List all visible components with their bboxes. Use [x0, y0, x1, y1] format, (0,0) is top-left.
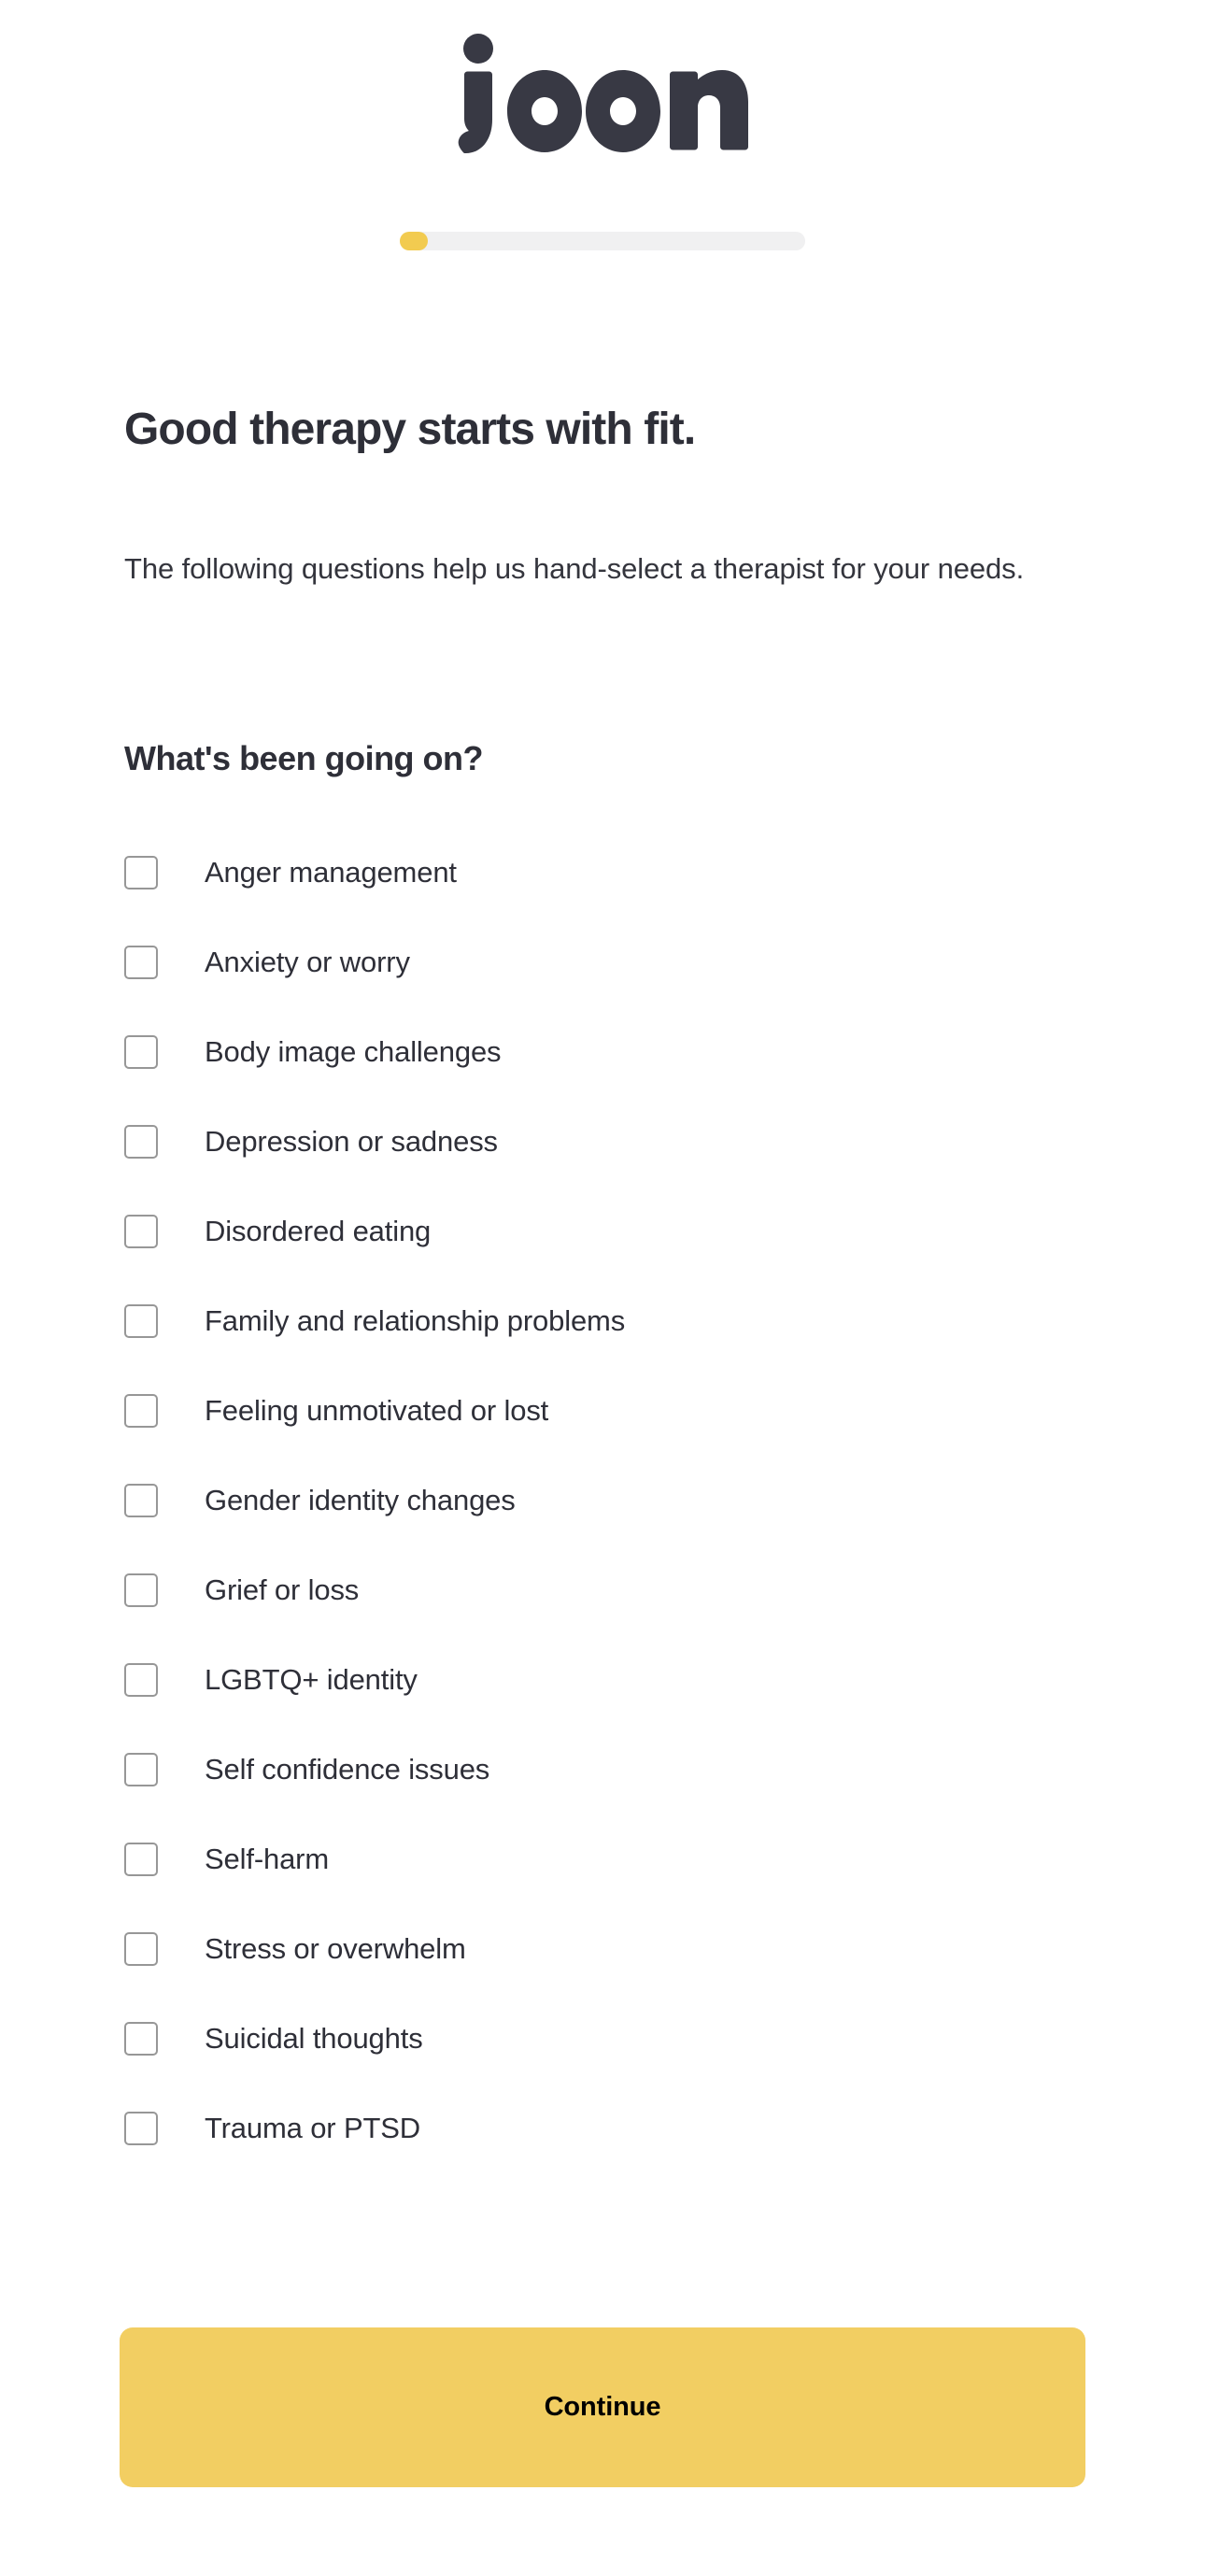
progress-bar-track [400, 232, 805, 250]
option-label: Feeling unmotivated or lost [205, 1394, 549, 1427]
checkbox-icon[interactable] [124, 1663, 158, 1697]
option-label: Trauma or PTSD [205, 2112, 421, 2144]
list-item[interactable]: Gender identity changes [124, 1456, 1086, 1545]
list-item[interactable]: Self-harm [124, 1815, 1086, 1904]
list-item[interactable]: Family and relationship problems [124, 1276, 1086, 1366]
question-prompt: What's been going on? [124, 739, 484, 777]
checkbox-icon[interactable] [124, 1035, 158, 1069]
checkbox-icon[interactable] [124, 1215, 158, 1248]
checkbox-icon[interactable] [124, 2022, 158, 2056]
option-label: Self-harm [205, 1843, 330, 1875]
list-item[interactable]: Disordered eating [124, 1187, 1086, 1276]
option-label: Anger management [205, 856, 457, 889]
list-item[interactable]: Body image challenges [124, 1007, 1086, 1097]
checkbox-icon[interactable] [124, 856, 158, 890]
list-item[interactable]: Anger management [124, 828, 1086, 918]
option-label: Gender identity changes [205, 1484, 516, 1516]
list-item[interactable]: LGBTQ+ identity [124, 1635, 1086, 1725]
progress-bar [400, 232, 805, 250]
list-item[interactable]: Self confidence issues [124, 1725, 1086, 1815]
progress-bar-fill [400, 232, 428, 250]
checkbox-icon[interactable] [124, 1484, 158, 1517]
option-label: Suicidal thoughts [205, 2022, 423, 2055]
checkbox-icon[interactable] [124, 1125, 158, 1159]
option-label: Body image challenges [205, 1035, 502, 1068]
checkbox-icon[interactable] [124, 1304, 158, 1338]
option-label: Family and relationship problems [205, 1304, 626, 1337]
list-item[interactable]: Trauma or PTSD [124, 2084, 1086, 2173]
option-label: Grief or loss [205, 1573, 360, 1606]
option-label: Depression or sadness [205, 1125, 498, 1158]
option-label: Self confidence issues [205, 1753, 490, 1786]
list-item[interactable]: Stress or overwhelm [124, 1904, 1086, 1994]
checkbox-icon[interactable] [124, 2112, 158, 2145]
checkbox-icon[interactable] [124, 1932, 158, 1966]
checkbox-icon[interactable] [124, 1573, 158, 1607]
onboarding-screen: Good therapy starts with fit. The follow… [0, 0, 1205, 2576]
list-item[interactable]: Feeling unmotivated or lost [124, 1366, 1086, 1456]
page-subtitle: The following questions help us hand-sel… [124, 552, 1025, 585]
continue-button[interactable]: Continue [120, 2327, 1085, 2487]
option-label: Stress or overwhelm [205, 1932, 466, 1965]
option-label: Disordered eating [205, 1215, 432, 1247]
list-item[interactable]: Grief or loss [124, 1545, 1086, 1635]
list-item[interactable]: Depression or sadness [124, 1097, 1086, 1187]
option-label: Anxiety or worry [205, 946, 410, 978]
checkbox-icon[interactable] [124, 1753, 158, 1786]
brand-logo [0, 28, 1205, 159]
joon-wordmark-icon [457, 33, 748, 154]
checkbox-option-list: Anger management Anxiety or worry Body i… [124, 828, 1086, 2173]
list-item[interactable]: Anxiety or worry [124, 918, 1086, 1007]
page-title: Good therapy starts with fit. [124, 405, 696, 454]
option-label: LGBTQ+ identity [205, 1663, 418, 1696]
checkbox-icon[interactable] [124, 946, 158, 979]
list-item[interactable]: Suicidal thoughts [124, 1994, 1086, 2084]
checkbox-icon[interactable] [124, 1394, 158, 1428]
checkbox-icon[interactable] [124, 1843, 158, 1876]
